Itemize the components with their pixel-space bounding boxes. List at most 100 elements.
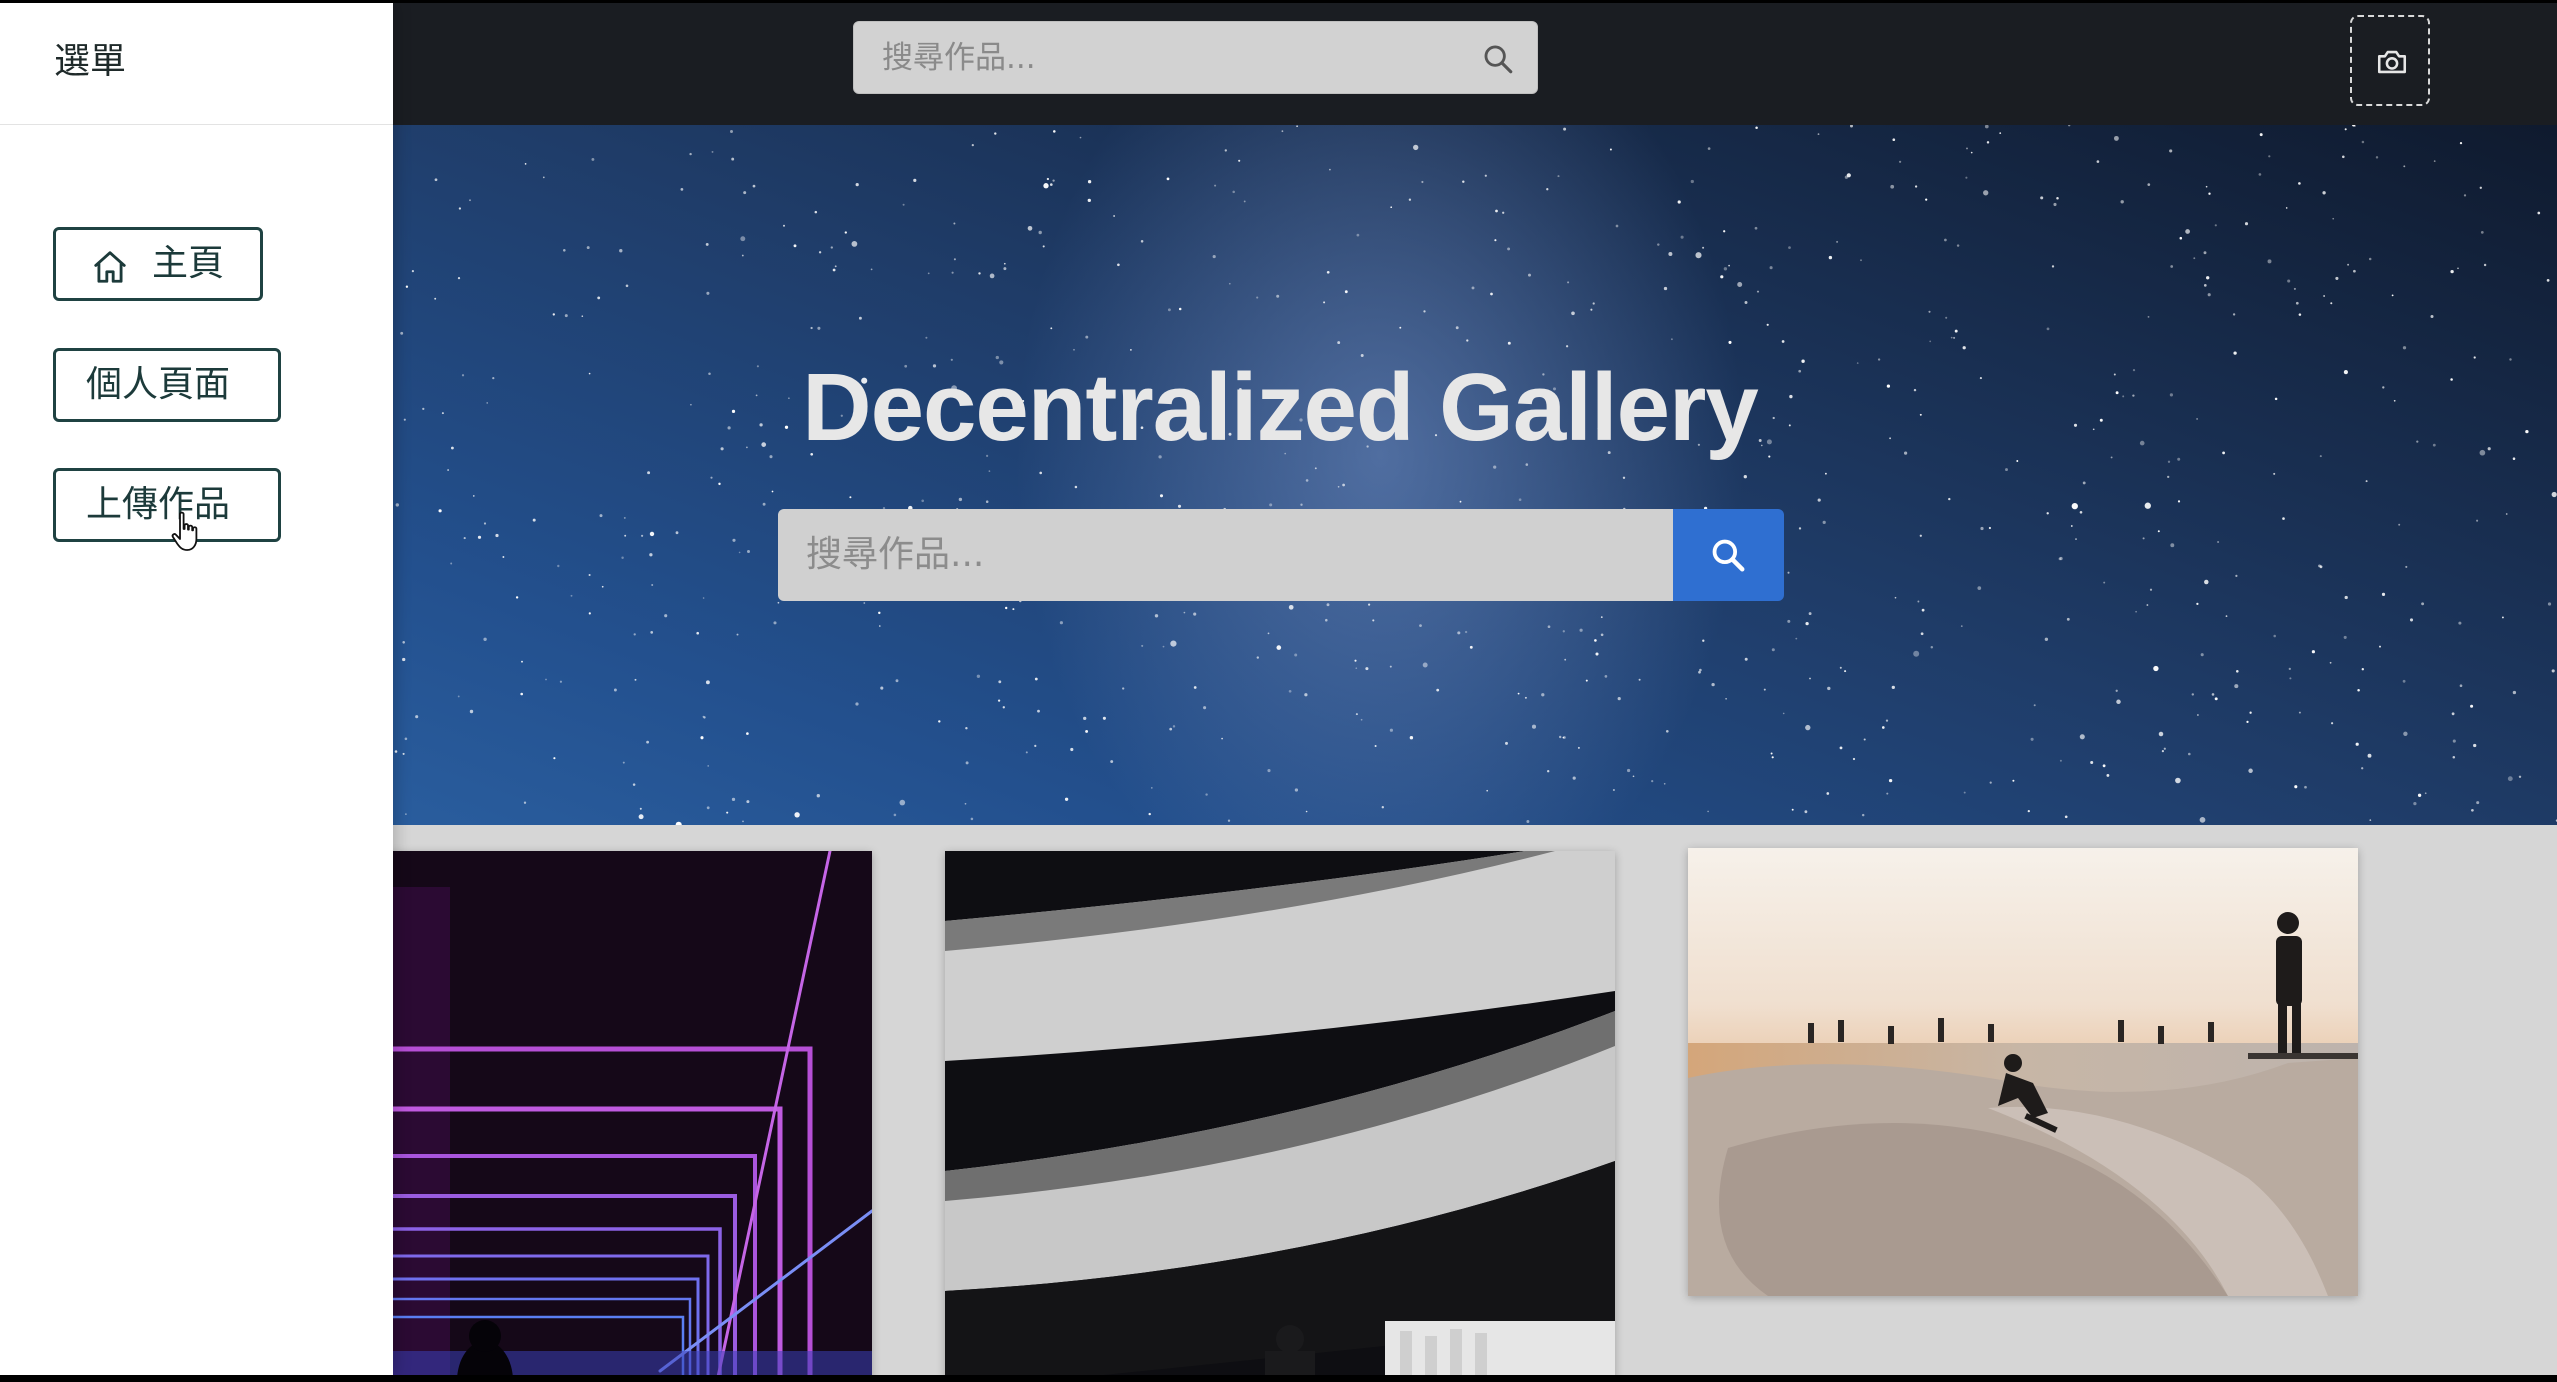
star	[1212, 255, 1216, 259]
star	[463, 537, 466, 540]
star	[1737, 282, 1743, 287]
star	[705, 242, 709, 246]
star	[1326, 270, 1330, 274]
star	[2051, 265, 2055, 268]
hero-search-button[interactable]	[1673, 509, 1784, 601]
star	[2205, 185, 2208, 188]
star	[893, 813, 897, 817]
star	[2294, 785, 2298, 789]
star	[1205, 793, 1208, 796]
star	[2079, 510, 2083, 514]
search-icon[interactable]	[1481, 42, 1515, 76]
hero-title: Decentralized Gallery	[802, 354, 1758, 461]
star	[706, 806, 710, 810]
star	[2273, 634, 2276, 638]
star	[2323, 295, 2325, 297]
star	[1288, 689, 1292, 693]
star	[1805, 724, 1811, 731]
star	[2188, 752, 2191, 756]
star	[2452, 739, 2456, 743]
hero-search-bar: 搜尋作品...	[778, 509, 1784, 601]
star	[1852, 757, 1856, 761]
star	[863, 602, 866, 604]
gallery-card-neon-corridor[interactable]	[330, 851, 872, 1375]
star	[2379, 645, 2381, 648]
star	[2343, 370, 2348, 375]
star	[1502, 211, 1505, 214]
star	[1059, 621, 1063, 625]
star	[1881, 726, 1885, 729]
star	[1493, 465, 1497, 469]
star	[2122, 395, 2125, 398]
star	[2344, 595, 2348, 600]
star	[2113, 135, 2119, 141]
star	[1657, 243, 1660, 246]
sidebar-item-home[interactable]: 主頁	[53, 227, 263, 301]
star	[746, 800, 750, 804]
star	[2177, 500, 2181, 503]
sidebar-item-upload[interactable]: 上傳作品	[53, 468, 281, 542]
star	[1064, 797, 1069, 801]
star	[1563, 736, 1566, 739]
hand-pointer-cursor-icon	[171, 511, 198, 551]
star	[2451, 712, 2455, 716]
star	[1956, 244, 1960, 247]
gallery-card-spiral-ramp[interactable]	[945, 851, 1615, 1375]
star	[1337, 341, 1341, 345]
star	[1595, 652, 1599, 656]
star	[1894, 596, 1897, 599]
star	[2287, 279, 2291, 283]
star	[965, 726, 968, 730]
star	[817, 326, 821, 330]
star	[1490, 292, 1493, 296]
sidebar-item-label: 主頁	[152, 243, 225, 284]
sidebar-item-profile[interactable]: 個人頁面	[53, 348, 281, 422]
star	[647, 471, 651, 475]
star	[422, 407, 425, 411]
star	[1524, 696, 1527, 699]
star	[1027, 225, 1033, 231]
star	[1053, 130, 1056, 133]
star	[2367, 753, 2372, 758]
star	[2450, 269, 2454, 274]
star	[731, 797, 736, 802]
star	[1003, 267, 1007, 271]
star	[834, 265, 837, 268]
camera-button[interactable]	[2350, 15, 2430, 106]
star	[2483, 263, 2487, 267]
star	[1670, 338, 1673, 341]
star	[2479, 186, 2482, 189]
star	[2167, 460, 2171, 463]
star	[1651, 780, 1654, 783]
star	[633, 633, 636, 636]
star	[1970, 151, 1973, 154]
star	[1505, 741, 1508, 745]
star	[1725, 697, 1727, 700]
star	[951, 271, 954, 274]
star	[1281, 130, 1284, 133]
star	[1980, 526, 1984, 531]
gallery-card-skatepark[interactable]	[1688, 848, 2358, 1296]
star	[2476, 519, 2479, 522]
star	[1945, 316, 1948, 319]
star	[1579, 628, 1583, 632]
star	[794, 812, 800, 818]
star	[878, 625, 881, 627]
star	[469, 199, 471, 202]
star	[2225, 615, 2228, 617]
star	[1005, 606, 1008, 610]
star	[2512, 457, 2516, 460]
hero-search-input[interactable]: 搜尋作品...	[778, 509, 1673, 601]
star	[564, 314, 568, 318]
top-search-input[interactable]: 搜尋作品...	[853, 21, 1538, 94]
star	[450, 562, 453, 565]
star	[2375, 156, 2379, 159]
star	[2044, 637, 2049, 641]
star	[1617, 697, 1621, 701]
star	[2246, 720, 2249, 724]
home-icon	[94, 251, 126, 283]
star	[2120, 200, 2124, 204]
star	[1892, 138, 1896, 142]
star	[1238, 159, 1241, 162]
star	[2507, 776, 2513, 782]
